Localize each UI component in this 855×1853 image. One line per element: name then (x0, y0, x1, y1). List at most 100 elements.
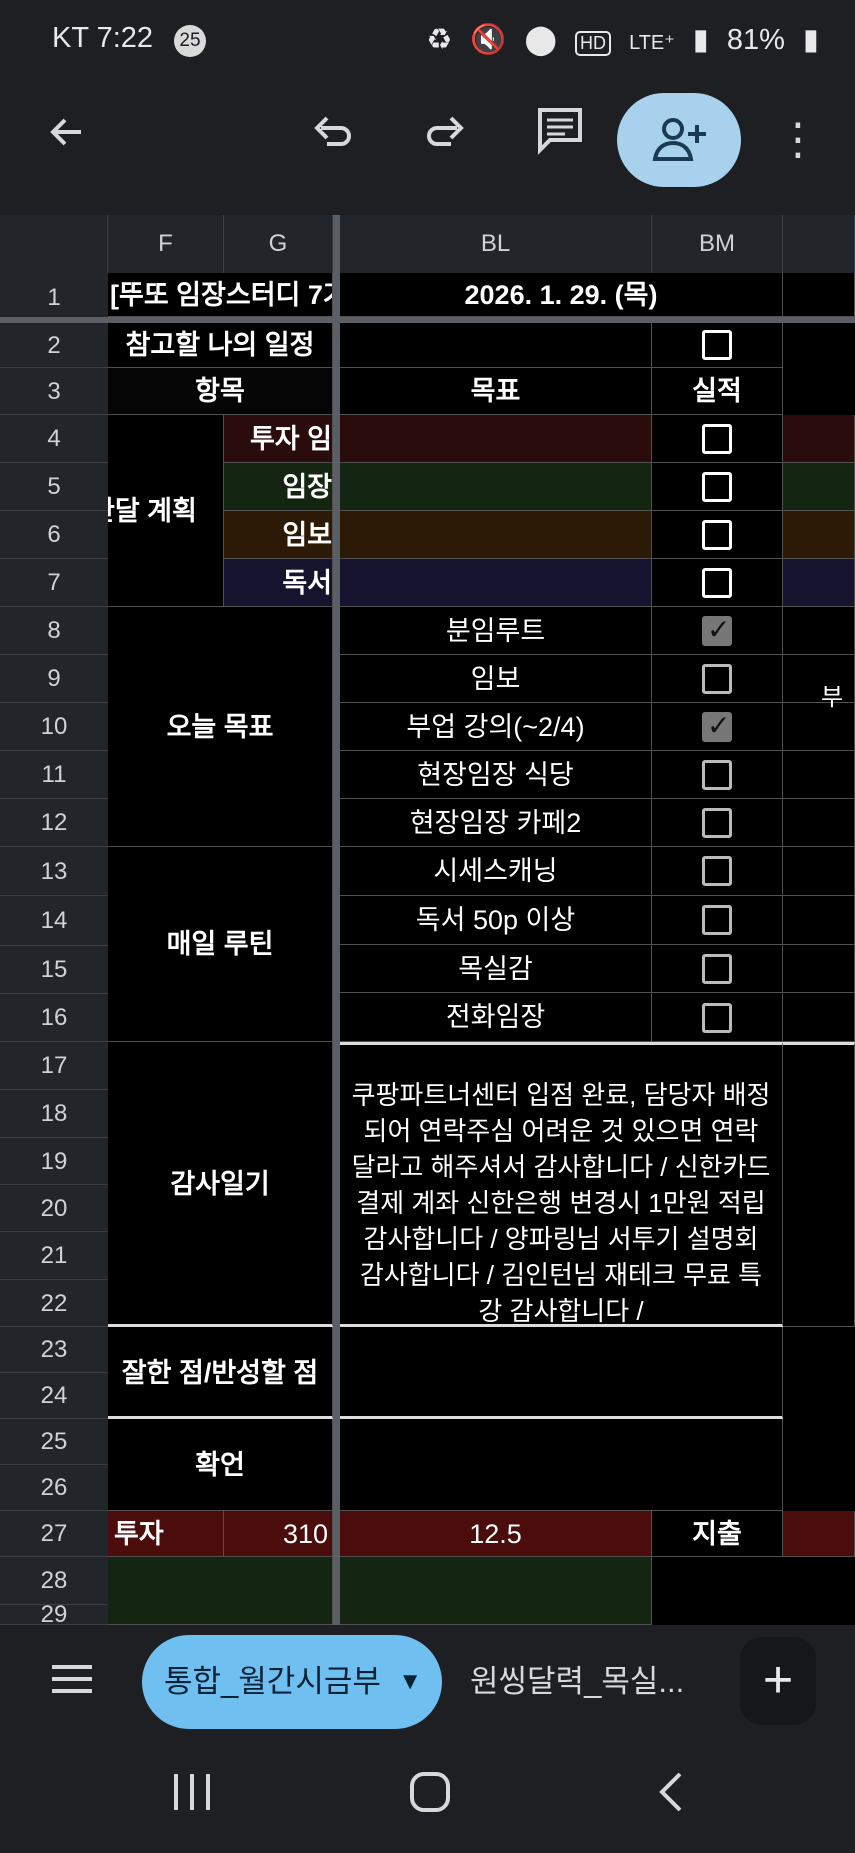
today-goal-checkbox[interactable] (702, 808, 732, 838)
cell-plan-actual[interactable] (652, 511, 783, 559)
cell-monthly-plan[interactable]: 한달 계획 (108, 415, 224, 607)
cell-reflect-value[interactable] (340, 1327, 783, 1419)
cell-daily-routine[interactable]: 매일 루틴 (108, 847, 333, 1042)
cell-invest-bl[interactable]: 12.5 (340, 1511, 652, 1557)
cell-gratitude-next[interactable] (783, 1042, 855, 1327)
column-header-f[interactable]: F (108, 215, 224, 273)
cell-r2-actual[interactable] (652, 323, 783, 368)
checkbox-r2[interactable] (702, 330, 732, 360)
frozen-row-divider[interactable] (0, 317, 855, 323)
cell-gratitude-text[interactable]: 쿠팡파트너센터 입점 완료, 담당자 배정되어 연락주심 어려운 것 있으면 연… (340, 1042, 783, 1327)
today-goal-next[interactable] (783, 607, 855, 655)
cell-date[interactable]: 2026. 1. 29. (목) (340, 273, 783, 317)
sheet-tab-active[interactable]: 통합_월간시금부 ▼ (142, 1635, 442, 1729)
cell-plan-goal[interactable] (340, 559, 652, 607)
cell-invest-g[interactable]: 310 (224, 1511, 333, 1557)
routine-next[interactable] (783, 895, 855, 945)
cell-plan-sub[interactable]: 투자 임 (224, 415, 333, 463)
back-arrow-icon[interactable] (32, 105, 102, 175)
comment-icon[interactable] (525, 105, 595, 176)
cell-r28-next[interactable] (783, 1511, 855, 1557)
frozen-column-divider[interactable] (333, 215, 340, 1625)
caret-down-icon[interactable]: ▼ (398, 1635, 422, 1729)
routine-checkbox[interactable] (702, 856, 732, 887)
cell-affirm-label[interactable]: 확언 (108, 1419, 333, 1511)
cell-header-actual[interactable]: 실적 (652, 368, 783, 415)
cell-invest-label[interactable]: 투자 (108, 1511, 224, 1557)
checkbox-plan[interactable] (702, 520, 732, 550)
row-header[interactable]: 12 (0, 799, 108, 847)
add-sheet-button[interactable]: + (740, 1637, 816, 1725)
home-icon[interactable] (408, 1768, 452, 1821)
row-header[interactable]: 4 (0, 415, 108, 463)
routine-next[interactable] (783, 944, 855, 994)
checkbox-plan[interactable] (702, 472, 732, 502)
cell-plan-sub[interactable]: 임보 (224, 511, 333, 559)
cell-plan-next[interactable] (783, 559, 855, 607)
routine-checkbox[interactable] (702, 905, 732, 936)
sheet-tab-next[interactable]: 원씽달력_목실... (470, 1635, 710, 1729)
cell-plan-next[interactable] (783, 415, 855, 463)
routine-checkbox[interactable] (702, 953, 732, 984)
column-header-bl[interactable]: BL (340, 215, 652, 273)
row-header[interactable]: 19 (0, 1138, 108, 1185)
row-header[interactable]: 6 (0, 511, 108, 559)
routine-next[interactable] (783, 847, 855, 896)
back-nav-icon[interactable] (650, 1768, 694, 1821)
row-header[interactable]: 16 (0, 994, 108, 1042)
row-header[interactable]: 10 (0, 703, 108, 751)
row-header[interactable]: 1 (0, 273, 108, 323)
cell-r1-next[interactable] (783, 273, 855, 317)
routine-item[interactable]: 시세스캐닝 (340, 847, 652, 896)
row-header[interactable]: 20 (0, 1185, 108, 1232)
cell-plan-actual[interactable] (652, 415, 783, 463)
redo-icon[interactable] (410, 105, 480, 175)
routine-actual[interactable] (652, 847, 783, 896)
row-header[interactable]: 5 (0, 463, 108, 511)
today-goal-item[interactable]: 임보 (340, 655, 652, 703)
routine-actual[interactable] (652, 993, 783, 1042)
today-goal-actual[interactable] (652, 655, 783, 703)
row-header[interactable]: 22 (0, 1280, 108, 1327)
row-header[interactable]: 29 (0, 1603, 108, 1625)
cell-plan-actual[interactable] (652, 559, 783, 607)
cell-plan-actual[interactable] (652, 463, 783, 511)
today-goal-checkbox[interactable] (702, 760, 732, 790)
row-header[interactable]: 3 (0, 368, 108, 415)
today-goal-checkbox[interactable] (702, 664, 732, 694)
row-header[interactable]: 18 (0, 1090, 108, 1138)
row-header[interactable]: 7 (0, 559, 108, 607)
cell-plan-sub[interactable]: 임장 (224, 463, 333, 511)
cell-header-item[interactable]: 항목 (108, 368, 333, 415)
row-header[interactable]: 21 (0, 1232, 108, 1280)
today-goal-actual[interactable] (652, 703, 783, 751)
today-goal-checkbox[interactable] (702, 613, 732, 646)
cell-plan-goal[interactable] (340, 511, 652, 559)
cell-plan-goal[interactable] (340, 463, 652, 511)
all-sheets-menu-icon[interactable] (48, 1655, 104, 1711)
cell-reflect-label[interactable]: 잘한 점/반성할 점 (108, 1327, 333, 1419)
row-header[interactable]: 23 (0, 1327, 108, 1373)
row-header[interactable]: 11 (0, 751, 108, 799)
today-goal-next[interactable] (783, 655, 855, 703)
today-goal-actual[interactable] (652, 799, 783, 847)
row-header[interactable]: 9 (0, 655, 108, 703)
routine-checkbox[interactable] (702, 1002, 732, 1033)
row-header[interactable]: 13 (0, 847, 108, 896)
select-all-corner[interactable] (0, 215, 108, 273)
routine-actual[interactable] (652, 944, 783, 994)
cell-r2-goal[interactable] (340, 323, 652, 368)
today-goal-item[interactable]: 현장임장 식당 (340, 751, 652, 799)
routine-actual[interactable] (652, 895, 783, 945)
today-goal-next[interactable] (783, 703, 855, 751)
cell-title[interactable]: [뚜또 임장스터디 7기 (108, 273, 333, 317)
row-header[interactable]: 17 (0, 1042, 108, 1090)
row-header[interactable]: 26 (0, 1465, 108, 1511)
today-goal-next[interactable] (783, 751, 855, 799)
today-goal-actual[interactable] (652, 607, 783, 655)
undo-icon[interactable] (298, 105, 368, 175)
row-header[interactable]: 8 (0, 607, 108, 655)
row-header[interactable]: 24 (0, 1373, 108, 1419)
cell-r29-bl[interactable] (340, 1557, 652, 1625)
cell-affirm-value[interactable] (340, 1419, 783, 1511)
